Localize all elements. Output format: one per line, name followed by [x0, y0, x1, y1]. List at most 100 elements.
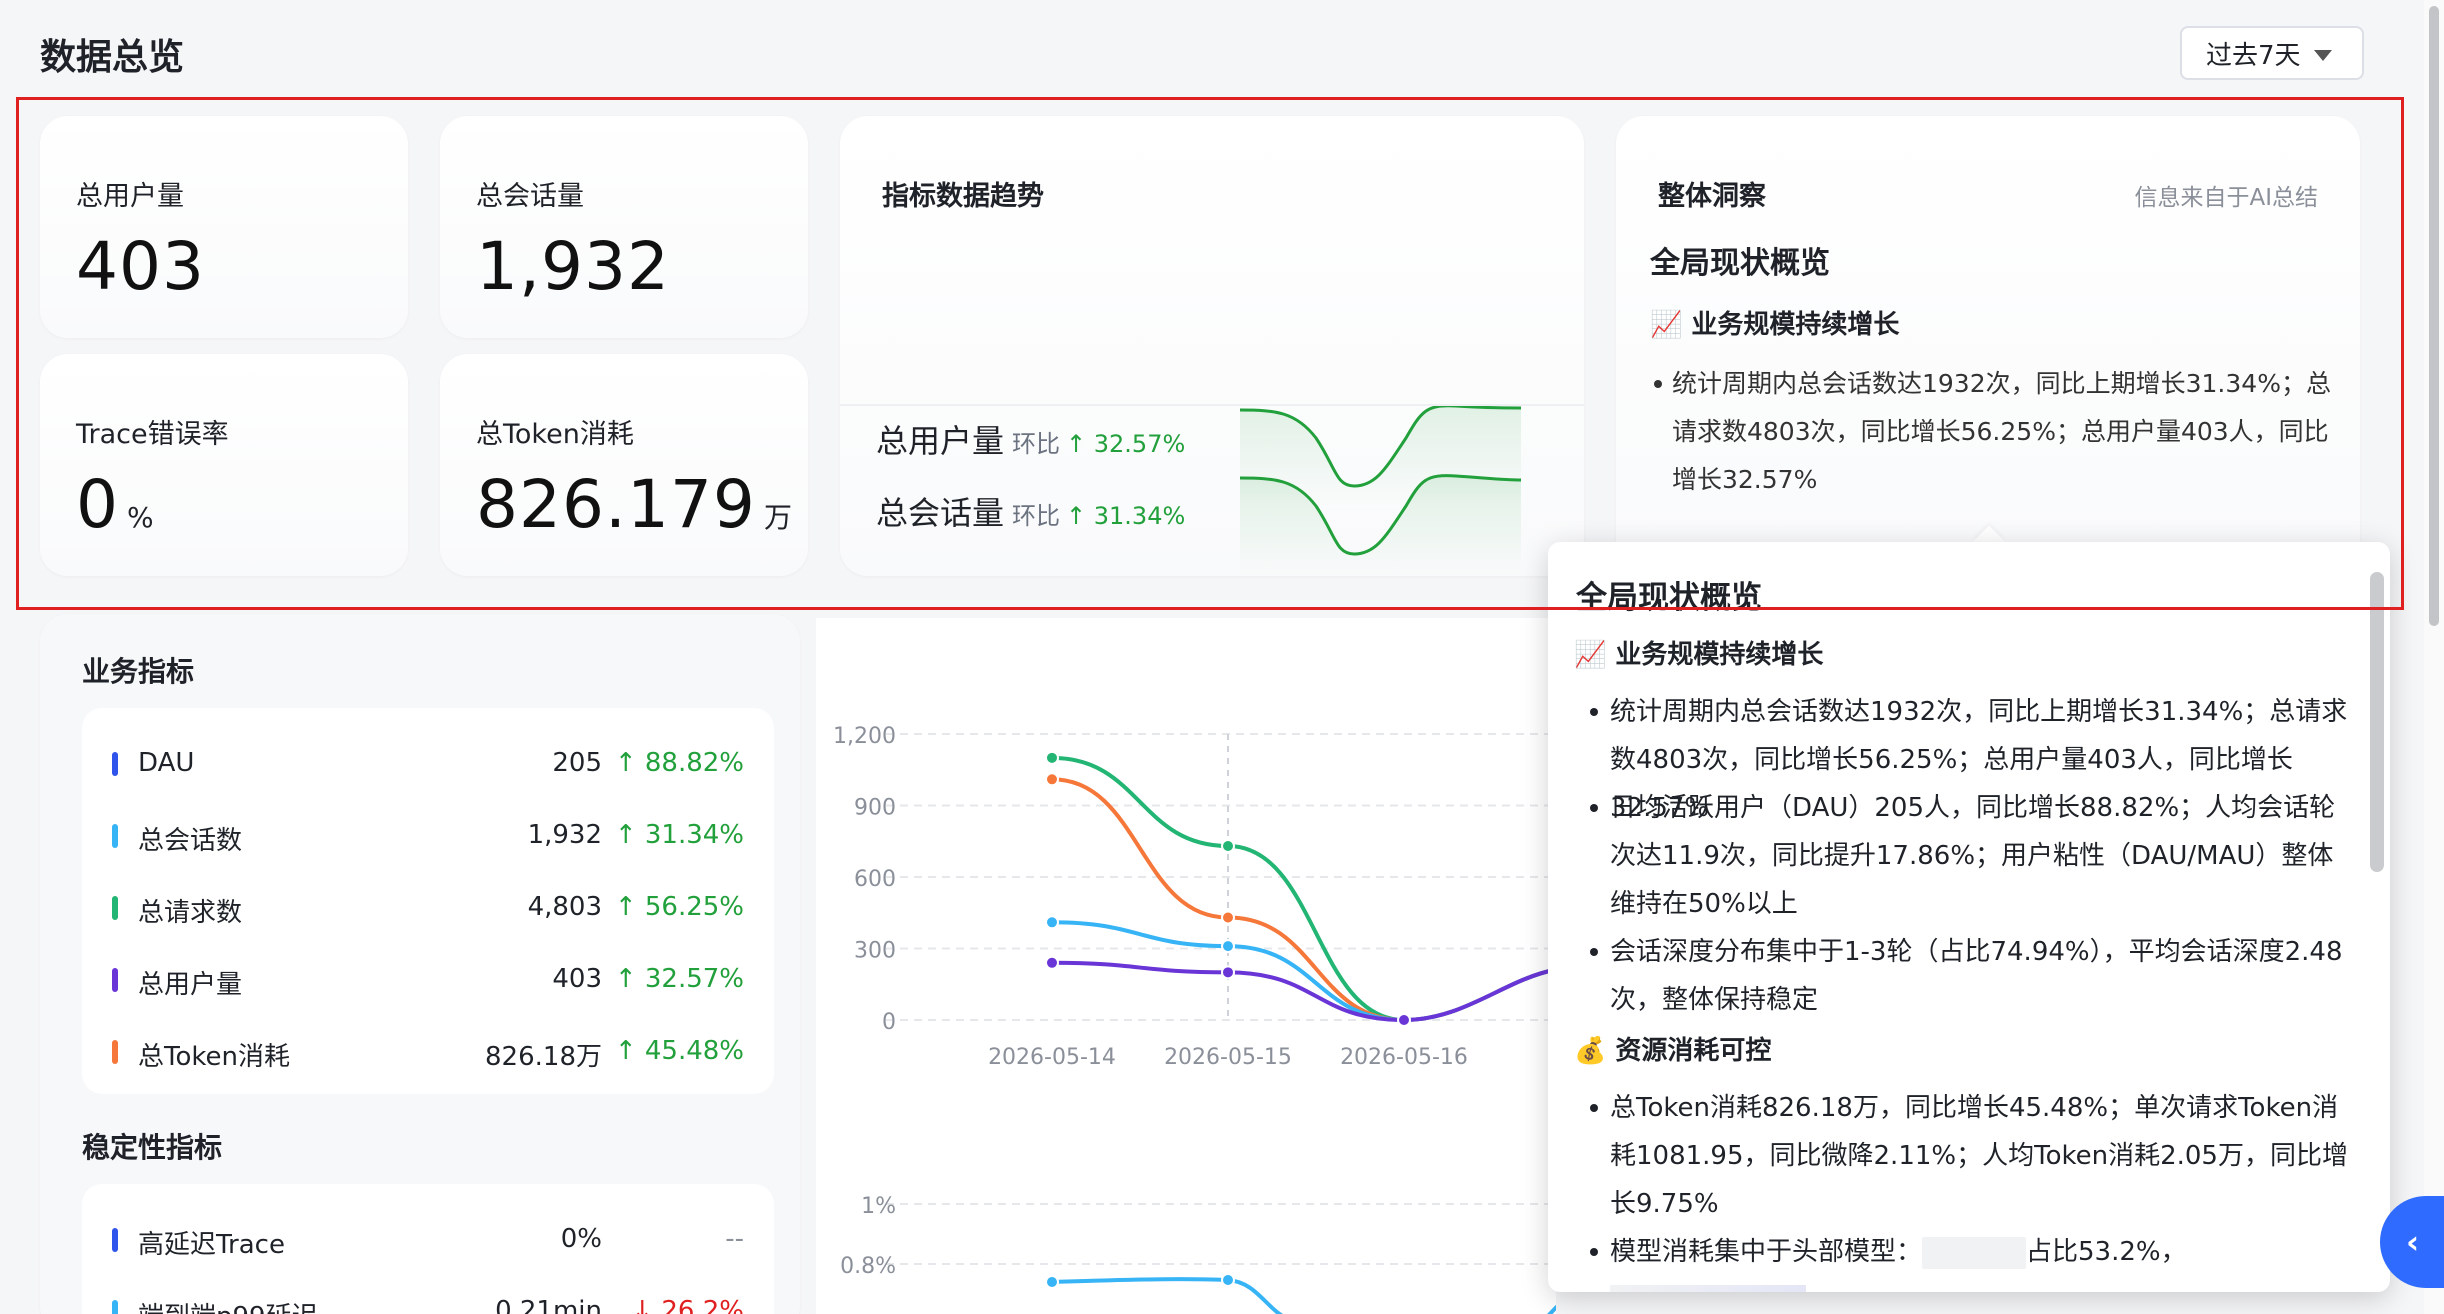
metric-change: ↑ 31.34%	[614, 820, 744, 850]
kpi-label: 总用户量	[76, 181, 184, 212]
y-tick-label: 600	[854, 867, 896, 892]
data-point	[1221, 939, 1235, 954]
date-range-select[interactable]: 过去7天	[2180, 26, 2364, 80]
insight-title: 整体洞察	[1658, 181, 1766, 212]
popover-section-cost: 💰 资源消耗可控	[1574, 1036, 1772, 1066]
series-line	[1547, 1292, 1577, 1314]
y-tick-label: 1%	[861, 1194, 896, 1219]
caret-down-icon	[2314, 50, 2332, 61]
metric-label: 端到端p99延迟	[138, 1296, 318, 1314]
kpi-label: 总Token消耗	[476, 419, 634, 450]
sparkline-sessions	[1239, 474, 1522, 576]
kpi-card-users: 总用户量 403	[40, 116, 408, 338]
kpi-unit: %	[127, 501, 155, 534]
series-marker	[112, 968, 118, 992]
page-scrollbar[interactable]	[2424, 0, 2444, 1314]
metric-value: 0%	[560, 1224, 602, 1254]
metric-label: 总Token消耗	[138, 1042, 290, 1072]
x-tick-label: 2026-05-16	[1340, 1045, 1468, 1070]
popover-bullet: 日均活跃用户（DAU）205人，同比增长88.82%；人均会话轮次达11.9次，…	[1590, 784, 2350, 928]
business-metrics-panel: DAU 205 ↑ 88.82% 总会话数 1,932 ↑ 31.34% 总请求…	[82, 708, 774, 1094]
date-range-value: 过去7天	[2206, 40, 2301, 71]
series-marker	[112, 896, 118, 920]
stability-metrics-panel: 高延迟Trace 0% -- 端到端p99延迟 0.21min ↓ 26.2%	[82, 1184, 774, 1314]
redacted-model-name	[1922, 1236, 2027, 1269]
popover-bullet: 模型消耗集中于头部模型： 占比53.2%，	[1590, 1228, 2350, 1292]
x-tick-label: 2026-05-14	[988, 1045, 1116, 1070]
trend-sub: 环比	[1012, 502, 1061, 530]
business-metrics-title: 业务指标	[82, 655, 195, 688]
series-line	[1051, 1277, 1284, 1314]
data-point	[1221, 910, 1235, 925]
chevron-left-icon: ‹	[2406, 1223, 2420, 1261]
trend-row-label: 总会话量 环比 ↑ 31.34%	[876, 494, 1186, 532]
kpi-unit: 万	[763, 501, 793, 534]
metric-value: 4,803	[527, 892, 602, 922]
trend-line-chart: 1,200 900 600 300 0 2026-05-14 2026-05-15 2026-…	[833, 724, 1601, 1314]
metric-label: DAU	[138, 748, 195, 778]
metric-row-dau[interactable]: DAU 205 ↑ 88.82%	[82, 728, 774, 800]
metric-change: ↑ 56.25%	[614, 892, 744, 922]
metric-row-requests[interactable]: 总请求数 4,803 ↑ 56.25%	[82, 872, 774, 944]
metric-label: 高延迟Trace	[138, 1230, 285, 1260]
y-tick-label: 300	[854, 939, 896, 964]
data-point	[1045, 772, 1059, 787]
insight-heading: 全局现状概览	[1650, 246, 1830, 281]
data-point	[1397, 1013, 1411, 1027]
stability-metrics-title: 稳定性指标	[82, 1131, 223, 1164]
series-marker	[112, 1228, 118, 1252]
series-line	[1051, 777, 1555, 1023]
insight-popover[interactable]: 全局现状概览 📈 业务规模持续增长 统计周期内总会话数达1932次，同比上期增长…	[1548, 542, 2390, 1292]
y-tick-label: 900	[854, 796, 896, 821]
data-point	[1221, 965, 1235, 980]
data-point	[1221, 839, 1235, 854]
trend-pct: ↑ 31.34%	[1066, 502, 1186, 530]
metric-value: 1,932	[527, 820, 602, 850]
trend-row-sessions[interactable]: 总会话量 环比 ↑ 31.34%	[840, 406, 1584, 578]
metric-row-p99[interactable]: 端到端p99延迟 0.21min ↓ 26.2%	[82, 1276, 774, 1314]
trend-title: 指标数据趋势	[882, 181, 1044, 212]
data-point	[1045, 955, 1059, 970]
metric-value: 205	[552, 748, 602, 778]
series-marker	[112, 752, 118, 776]
metric-row-sessions[interactable]: 总会话数 1,932 ↑ 31.34%	[82, 800, 774, 872]
metric-label: 总请求数	[138, 898, 243, 928]
kpi-value: 1,932	[476, 228, 670, 305]
metric-value: 0.21min	[495, 1296, 602, 1314]
series-marker	[112, 1300, 118, 1314]
data-point	[1221, 1273, 1235, 1287]
popover-bullet: 会话深度分布集中于1-3轮（占比74.94%），平均会话深度2.48次，整体保持…	[1590, 928, 2350, 1024]
page-title: 数据总览	[40, 37, 185, 78]
popover-heading: 全局现状概览	[1576, 580, 1762, 616]
kpi-card-trace-error: Trace错误率 0%	[40, 354, 408, 576]
popover-scrollbar[interactable]	[2370, 572, 2384, 872]
metric-row-token[interactable]: 总Token消耗 826.18万 ↑ 45.48%	[82, 1016, 774, 1088]
metric-row-high-latency[interactable]: 高延迟Trace 0% --	[82, 1204, 774, 1276]
arrow-up-icon: ↑	[1066, 502, 1094, 530]
x-tick-label: 2026-05-15	[1164, 1045, 1292, 1070]
metric-change: ↑ 32.57%	[614, 964, 744, 994]
insight-card: 整体洞察 信息来自于AI总结 全局现状概览 📈 业务规模持续增长 统计周期内总会…	[1616, 116, 2360, 576]
kpi-card-token: 总Token消耗 826.179 万	[440, 354, 808, 576]
insight-content: 整体洞察 信息来自于AI总结 全局现状概览 📈 业务规模持续增长 统计周期内总会…	[1616, 116, 2360, 572]
series-marker	[112, 1040, 118, 1064]
trend-card: 指标数据趋势 总用户量 环比 ↑ 32.57% 总会话量 环比 ↑ 31.34%	[840, 116, 1584, 576]
metric-row-users[interactable]: 总用户量 403 ↑ 32.57%	[82, 944, 774, 1016]
scrollbar-thumb[interactable]	[2429, 6, 2439, 626]
insight-bullet: 统计周期内总会话数达1932次，同比上期增长31.34%；总请求数4803次，同…	[1654, 360, 2352, 504]
y-tick-label: 0.8%	[840, 1254, 896, 1279]
y-tick-label: 0	[882, 1010, 896, 1035]
series-line	[1051, 755, 1555, 1023]
metric-label: 总会话数	[138, 826, 243, 856]
series-marker	[112, 824, 118, 848]
kpi-value: 403	[76, 228, 205, 305]
insight-source: 信息来自于AI总结	[2134, 185, 2318, 211]
data-point	[1045, 750, 1059, 765]
kpi-card-sessions: 总会话量 1,932	[440, 116, 808, 338]
metric-change: --	[725, 1224, 744, 1254]
data-point	[1045, 915, 1059, 930]
popover-bullet: 总Token消耗826.18万，同比增长45.48%；单次请求Token消耗10…	[1590, 1084, 2350, 1228]
kpi-value: 826.179 万	[476, 466, 793, 543]
redacted-model-name	[1610, 1284, 1806, 1292]
series-line	[1051, 920, 1555, 1023]
